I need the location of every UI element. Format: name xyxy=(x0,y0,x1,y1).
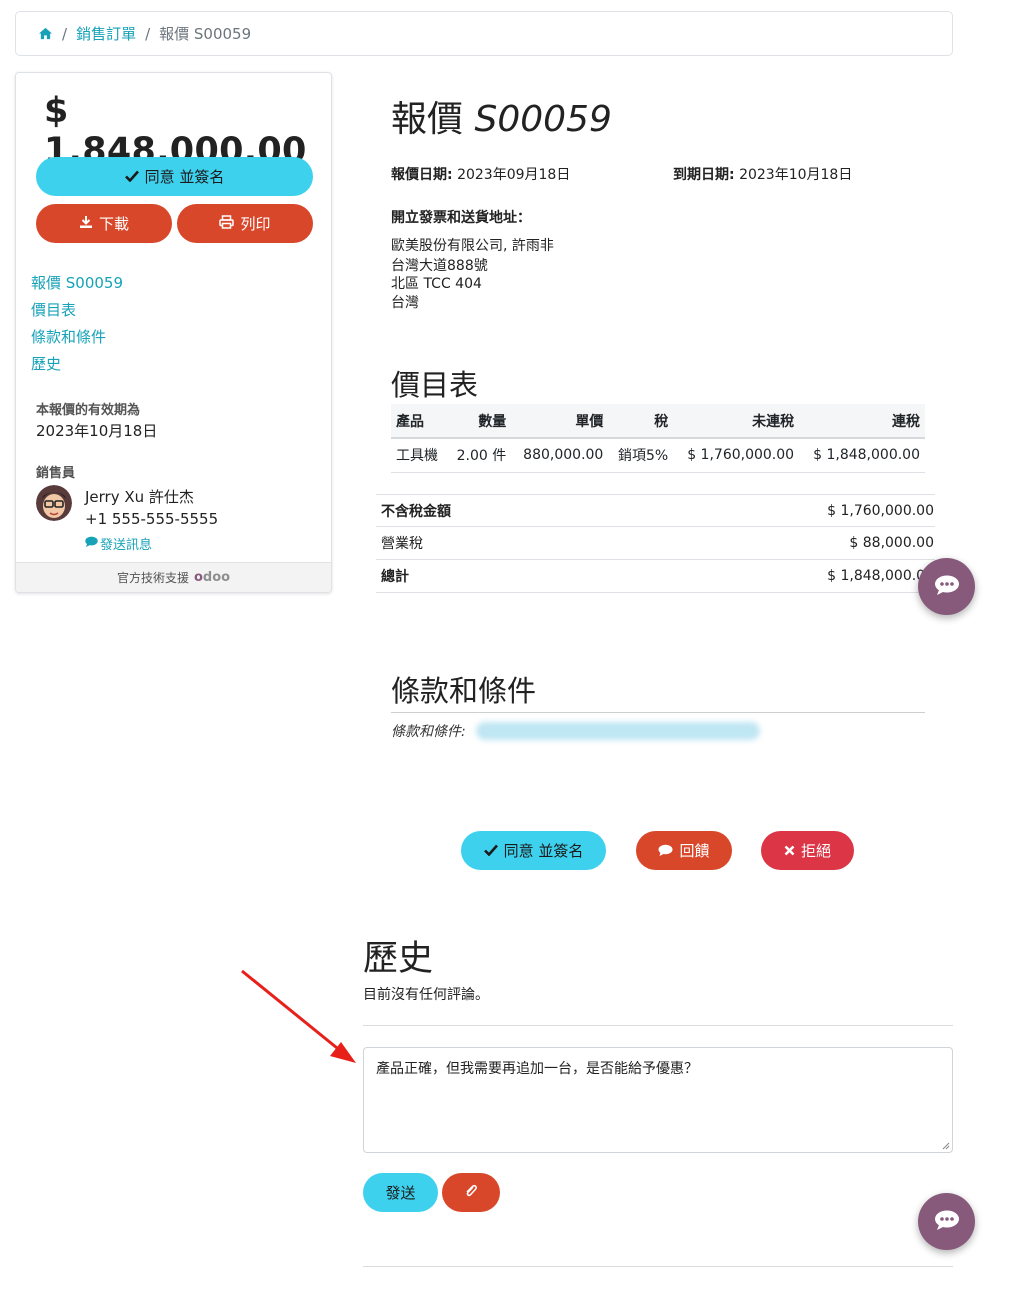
feedback-button[interactable]: 回饋 xyxy=(636,831,732,870)
close-icon xyxy=(784,842,795,860)
address-line: 北區 TCC 404 xyxy=(391,276,482,292)
terms-title: 條款和條件 xyxy=(391,674,537,708)
address-line: 台灣 xyxy=(391,295,419,311)
quote-date-value: 2023年09月18日 xyxy=(457,167,571,183)
expiry-date-label: 到期日期: xyxy=(673,167,735,183)
livechat-button-bottom[interactable] xyxy=(918,1193,975,1250)
quote-title: 報價 S00059 xyxy=(391,90,612,142)
table-cell: 工具機 xyxy=(391,438,447,473)
salesperson-label: 銷售員 xyxy=(36,466,76,481)
pricelist-table: 產品 數量 單價 稅 未連稅 連稅 工具機 2.00 件 880,000.00 … xyxy=(391,404,925,473)
quote-sidebar: $ 1,848,000.00 同意 並簽名 下載 列印 報價 S00059 價目… xyxy=(15,72,332,593)
printer-icon xyxy=(219,214,235,233)
comment-textarea[interactable]: 產品正確，但我需要再追加一台，是否能給予優惠？ xyxy=(363,1047,953,1153)
paperclip-icon xyxy=(464,1184,478,1202)
column-header: 未連稅 xyxy=(673,404,800,439)
column-header: 數量 xyxy=(447,404,512,439)
quote-date: 報價日期: 2023年09月18日 xyxy=(391,164,570,184)
print-button[interactable]: 列印 xyxy=(177,204,313,243)
address-line: 歐美股份有限公司, 許雨非 xyxy=(391,238,554,254)
breadcrumb-current: 報價 S00059 xyxy=(159,25,252,43)
table-cell: 2.00 件 xyxy=(447,438,512,473)
table-cell: $ 1,848,000.00 xyxy=(799,438,925,473)
tax-label: 營業稅 xyxy=(381,536,423,552)
address-heading: 開立發票和送貨地址： xyxy=(391,210,531,226)
terms-divider xyxy=(391,712,925,713)
tax-value: $ 88,000.00 xyxy=(849,535,934,551)
column-header: 產品 xyxy=(391,404,447,439)
terms-text: 條款和條件: xyxy=(391,724,466,740)
chat-icon xyxy=(934,1210,960,1234)
history-title: 歷史 xyxy=(363,939,434,979)
quote-date-label: 報價日期: xyxy=(391,167,453,183)
table-header-row: 產品 數量 單價 稅 未連稅 連稅 xyxy=(391,404,925,439)
resize-grip-icon[interactable] xyxy=(941,1141,950,1150)
address-line: 台灣大道888號 xyxy=(391,258,488,274)
column-header: 連稅 xyxy=(799,404,925,439)
reject-label: 拒絕 xyxy=(800,842,831,860)
history-divider xyxy=(363,1025,953,1026)
validity-label: 本報價的有效期為 xyxy=(36,403,141,418)
accept-sign-label: 同意 並簽名 xyxy=(503,842,584,860)
feedback-label: 回饋 xyxy=(679,842,710,860)
quote-title-prefix: 報價 xyxy=(391,99,464,140)
expiry-date-value: 2023年10月18日 xyxy=(739,167,853,183)
livechat-button[interactable] xyxy=(918,558,975,615)
nav-link-terms[interactable]: 條款和條件 xyxy=(31,326,106,347)
check-icon xyxy=(124,168,139,186)
send-button[interactable]: 發送 xyxy=(363,1173,438,1212)
support-footer-text: 官方技術支援 xyxy=(116,571,189,585)
subtotal-value: $ 1,760,000.00 xyxy=(827,502,934,519)
subtotal-label: 不含稅金額 xyxy=(381,503,451,520)
breadcrumb-separator: / xyxy=(145,24,151,43)
table-cell: $ 1,760,000.00 xyxy=(673,438,800,473)
subtotal-row: 不含稅金額 $ 1,760,000.00 xyxy=(376,494,935,527)
quote-number: S00059 xyxy=(474,99,612,140)
column-header: 稅 xyxy=(608,404,674,439)
total-label: 總計 xyxy=(381,569,409,585)
print-label: 列印 xyxy=(240,215,271,233)
table-cell: 銷項5% xyxy=(608,438,674,473)
breadcrumb: / 銷售訂單 / 報價 S00059 xyxy=(15,11,953,56)
support-footer[interactable]: 官方技術支援 odoo xyxy=(16,562,331,592)
breadcrumb-separator: / xyxy=(62,24,68,43)
table-row: 工具機 2.00 件 880,000.00 銷項5% $ 1,760,000.0… xyxy=(391,438,925,473)
accept-sign-button[interactable]: 同意 並簽名 xyxy=(36,157,313,196)
check-icon xyxy=(483,842,498,860)
terms-link-redacted[interactable] xyxy=(476,722,760,740)
home-icon[interactable] xyxy=(38,27,53,40)
breadcrumb-sales-orders[interactable]: 銷售訂單 xyxy=(76,23,136,44)
chat-icon xyxy=(934,575,960,599)
reject-button[interactable]: 拒絕 xyxy=(761,831,854,870)
nav-link-quote[interactable]: 報價 S00059 xyxy=(31,272,123,293)
comment-icon xyxy=(85,536,98,551)
odoo-logo: odoo xyxy=(193,570,231,585)
download-label: 下載 xyxy=(98,215,129,233)
download-button[interactable]: 下載 xyxy=(36,204,172,243)
salesperson-avatar xyxy=(36,485,72,521)
total-row: 總計 $ 1,848,000.00 xyxy=(376,560,935,593)
history-empty-text: 目前沒有任何評論。 xyxy=(363,987,489,1003)
salesperson-name: Jerry Xu 許仕杰 xyxy=(85,488,194,506)
bottom-divider xyxy=(363,1266,953,1267)
accept-sign-button-bottom[interactable]: 同意 並簽名 xyxy=(461,831,606,870)
send-message-link[interactable]: 發送訊息 xyxy=(85,534,152,553)
accept-sign-label: 同意 並簽名 xyxy=(144,168,225,186)
salesperson-phone: +1 555-555-5555 xyxy=(85,510,219,528)
comment-icon xyxy=(658,842,673,860)
tax-row: 營業稅 $ 88,000.00 xyxy=(376,527,935,560)
column-header: 單價 xyxy=(511,404,609,439)
annotation-arrow-icon xyxy=(241,969,356,1063)
nav-link-pricelist[interactable]: 價目表 xyxy=(31,299,76,320)
table-cell: 880,000.00 xyxy=(511,438,609,473)
validity-value: 2023年10月18日 xyxy=(36,422,158,440)
nav-link-history[interactable]: 歷史 xyxy=(31,353,61,374)
pricelist-title: 價目表 xyxy=(391,368,479,402)
download-icon xyxy=(79,215,93,233)
send-label: 發送 xyxy=(385,1184,416,1202)
attach-button[interactable] xyxy=(442,1173,500,1212)
expiry-date: 到期日期: 2023年10月18日 xyxy=(673,164,852,184)
send-message-label: 發送訊息 xyxy=(100,538,153,553)
